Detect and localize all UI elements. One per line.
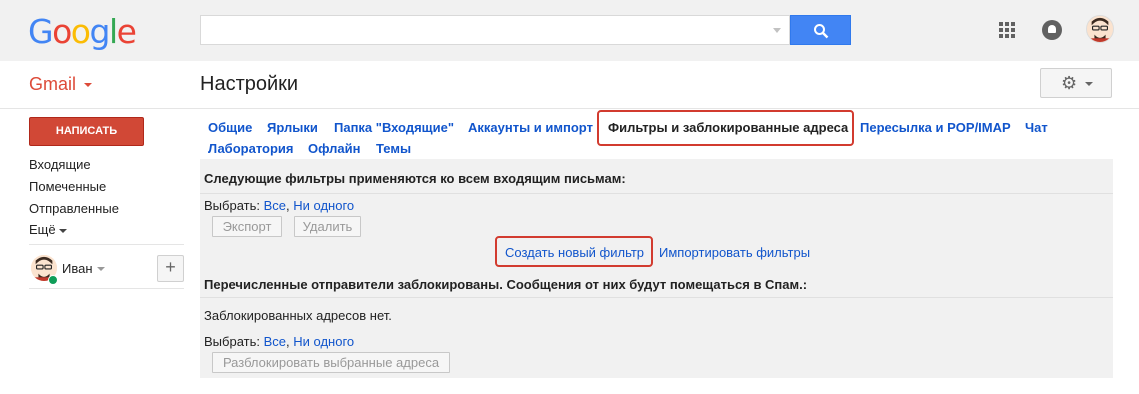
logo-letter: G (28, 12, 54, 51)
search-options-chevron-icon[interactable] (773, 28, 781, 33)
sidebar-item-sent[interactable]: Отправленные (29, 201, 119, 216)
select-none-link[interactable]: Ни одного (293, 334, 354, 349)
header-divider (0, 108, 1139, 109)
tab-inbox[interactable]: Папка "Входящие" (334, 120, 454, 135)
highlight-frame (495, 236, 653, 267)
select-all-link[interactable]: Все (264, 334, 286, 349)
tab-themes[interactable]: Темы (376, 141, 411, 156)
tab-offline[interactable]: Офлайн (308, 141, 361, 156)
logo-letter: l (108, 12, 118, 51)
blocked-select-row: Выбрать: Все, Ни одного (204, 334, 354, 349)
chevron-down-icon[interactable] (97, 267, 105, 271)
section-divider (200, 193, 1113, 194)
compose-button[interactable]: НАПИСАТЬ (29, 117, 144, 146)
gmail-menu-label[interactable]: Gmail (29, 74, 76, 95)
settings-button[interactable]: ⚙ (1040, 68, 1112, 98)
section-divider (200, 297, 1113, 298)
tab-general[interactable]: Общие (208, 120, 252, 135)
page-title: Настройки (200, 73, 299, 95)
logo-letter: o (70, 12, 91, 51)
apps-grid-icon[interactable] (999, 22, 1015, 38)
sidebar-item-label: Ещё (29, 222, 56, 237)
search-icon (814, 24, 829, 39)
account-avatar[interactable] (1086, 15, 1114, 43)
select-label: Выбрать: (204, 198, 260, 213)
chevron-down-icon (58, 228, 67, 233)
plus-icon: + (165, 257, 176, 277)
blocked-empty-text: Заблокированных адресов нет. (204, 308, 392, 323)
blocked-heading: Перечисленные отправители заблокированы.… (204, 277, 808, 292)
search-button[interactable] (790, 15, 851, 45)
sidebar-item-more[interactable]: Ещё (29, 222, 67, 237)
filters-heading: Следующие фильтры применяются ко всем вх… (204, 171, 626, 186)
chevron-down-icon (1085, 82, 1093, 86)
hangouts-user-name[interactable]: Иван (62, 261, 93, 276)
new-conversation-button[interactable]: + (157, 255, 184, 282)
chevron-down-icon[interactable] (84, 83, 92, 87)
sidebar-divider (29, 288, 184, 289)
export-button[interactable]: Экспорт (212, 216, 282, 237)
tab-labs[interactable]: Лаборатория (208, 141, 293, 156)
sidebar-item-inbox[interactable]: Входящие (29, 157, 91, 172)
sidebar-item-starred[interactable]: Помеченные (29, 179, 106, 194)
select-label: Выбрать: (204, 334, 260, 349)
logo-letter: e (116, 12, 137, 51)
avatar-face-icon (1087, 16, 1113, 42)
sidebar-divider (29, 244, 184, 245)
online-status-icon (48, 275, 58, 285)
tab-labels[interactable]: Ярлыки (267, 120, 318, 135)
tab-accounts-import[interactable]: Аккаунты и импорт (468, 120, 593, 135)
logo-letter: g (89, 12, 110, 51)
bell-icon[interactable] (1042, 20, 1062, 40)
filters-select-row: Выбрать: Все, Ни одного (204, 198, 354, 213)
unblock-selected-button[interactable]: Разблокировать выбранные адреса (212, 352, 450, 373)
import-filters-link[interactable]: Импортировать фильтры (659, 245, 810, 260)
tab-forwarding-pop-imap[interactable]: Пересылка и POP/IMAP (860, 120, 1011, 135)
select-all-link[interactable]: Все (264, 198, 286, 213)
highlight-frame (597, 110, 854, 146)
delete-button[interactable]: Удалить (294, 216, 361, 237)
select-none-link[interactable]: Ни одного (293, 198, 354, 213)
gear-icon: ⚙ (1061, 73, 1078, 93)
logo-letter: o (52, 12, 72, 51)
search-input[interactable] (200, 15, 790, 45)
tab-chat[interactable]: Чат (1025, 120, 1048, 135)
google-logo[interactable]: Google (28, 12, 137, 51)
